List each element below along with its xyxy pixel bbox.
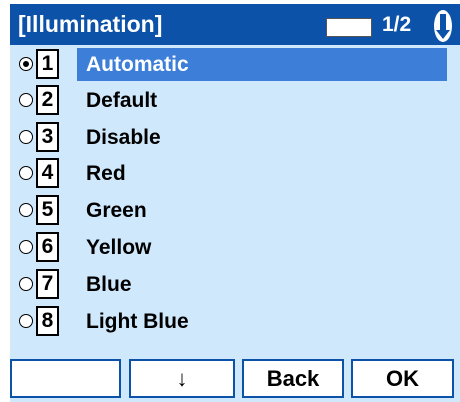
item-number: 3 <box>36 122 59 152</box>
list-item[interactable]: 7 Blue <box>10 266 460 304</box>
item-label: Default <box>86 89 158 112</box>
item-label: Disable <box>86 126 161 149</box>
radio-icon[interactable] <box>19 166 33 180</box>
list-item[interactable]: 8 Light Blue <box>10 303 460 341</box>
page-indicator-box <box>326 18 372 37</box>
item-label: Blue <box>86 273 132 296</box>
softkey-bar: ↓ Back OK <box>10 350 460 402</box>
list-item[interactable]: 4 Red <box>10 155 460 193</box>
item-number: 8 <box>36 306 59 336</box>
radio-icon[interactable] <box>19 203 33 217</box>
radio-icon[interactable] <box>19 130 33 144</box>
radio-icon[interactable] <box>19 93 33 107</box>
radio-icon[interactable] <box>19 314 33 328</box>
item-number: 5 <box>36 195 59 225</box>
radio-icon[interactable] <box>19 240 33 254</box>
item-number: 2 <box>36 85 59 115</box>
ok-button[interactable]: OK <box>351 359 454 398</box>
item-label: Automatic <box>86 53 189 76</box>
radio-icon[interactable] <box>19 277 33 291</box>
phone-display: [Illumination] 1/2 1 Automatic 2 Default… <box>0 0 460 402</box>
title-bar: [Illumination] 1/2 <box>10 4 460 45</box>
item-number: 6 <box>36 232 59 262</box>
list-item[interactable]: 6 Yellow <box>10 229 460 267</box>
list-item[interactable]: 3 Disable <box>10 119 460 157</box>
item-number: 1 <box>36 49 59 79</box>
list-item[interactable]: 1 Automatic <box>10 46 460 84</box>
list-item[interactable]: 2 Default <box>10 82 460 120</box>
item-label: Yellow <box>86 236 152 259</box>
radio-selected-icon[interactable] <box>19 57 33 71</box>
page-number: 1/2 <box>382 13 412 36</box>
back-button[interactable]: Back <box>242 359 344 398</box>
item-number: 4 <box>36 158 59 188</box>
scroll-down-button[interactable]: ↓ <box>129 359 235 398</box>
softkey-1[interactable] <box>10 359 121 398</box>
option-list: 1 Automatic 2 Default 3 Disable 4 Red 5 … <box>10 45 460 350</box>
page-title: [Illumination] <box>18 11 163 37</box>
item-label: Red <box>86 162 126 185</box>
item-label: Green <box>86 199 147 222</box>
item-number: 7 <box>36 269 59 299</box>
list-item[interactable]: 5 Green <box>10 192 460 230</box>
item-label: Light Blue <box>86 310 189 333</box>
scroll-indicator-icon <box>434 10 452 42</box>
